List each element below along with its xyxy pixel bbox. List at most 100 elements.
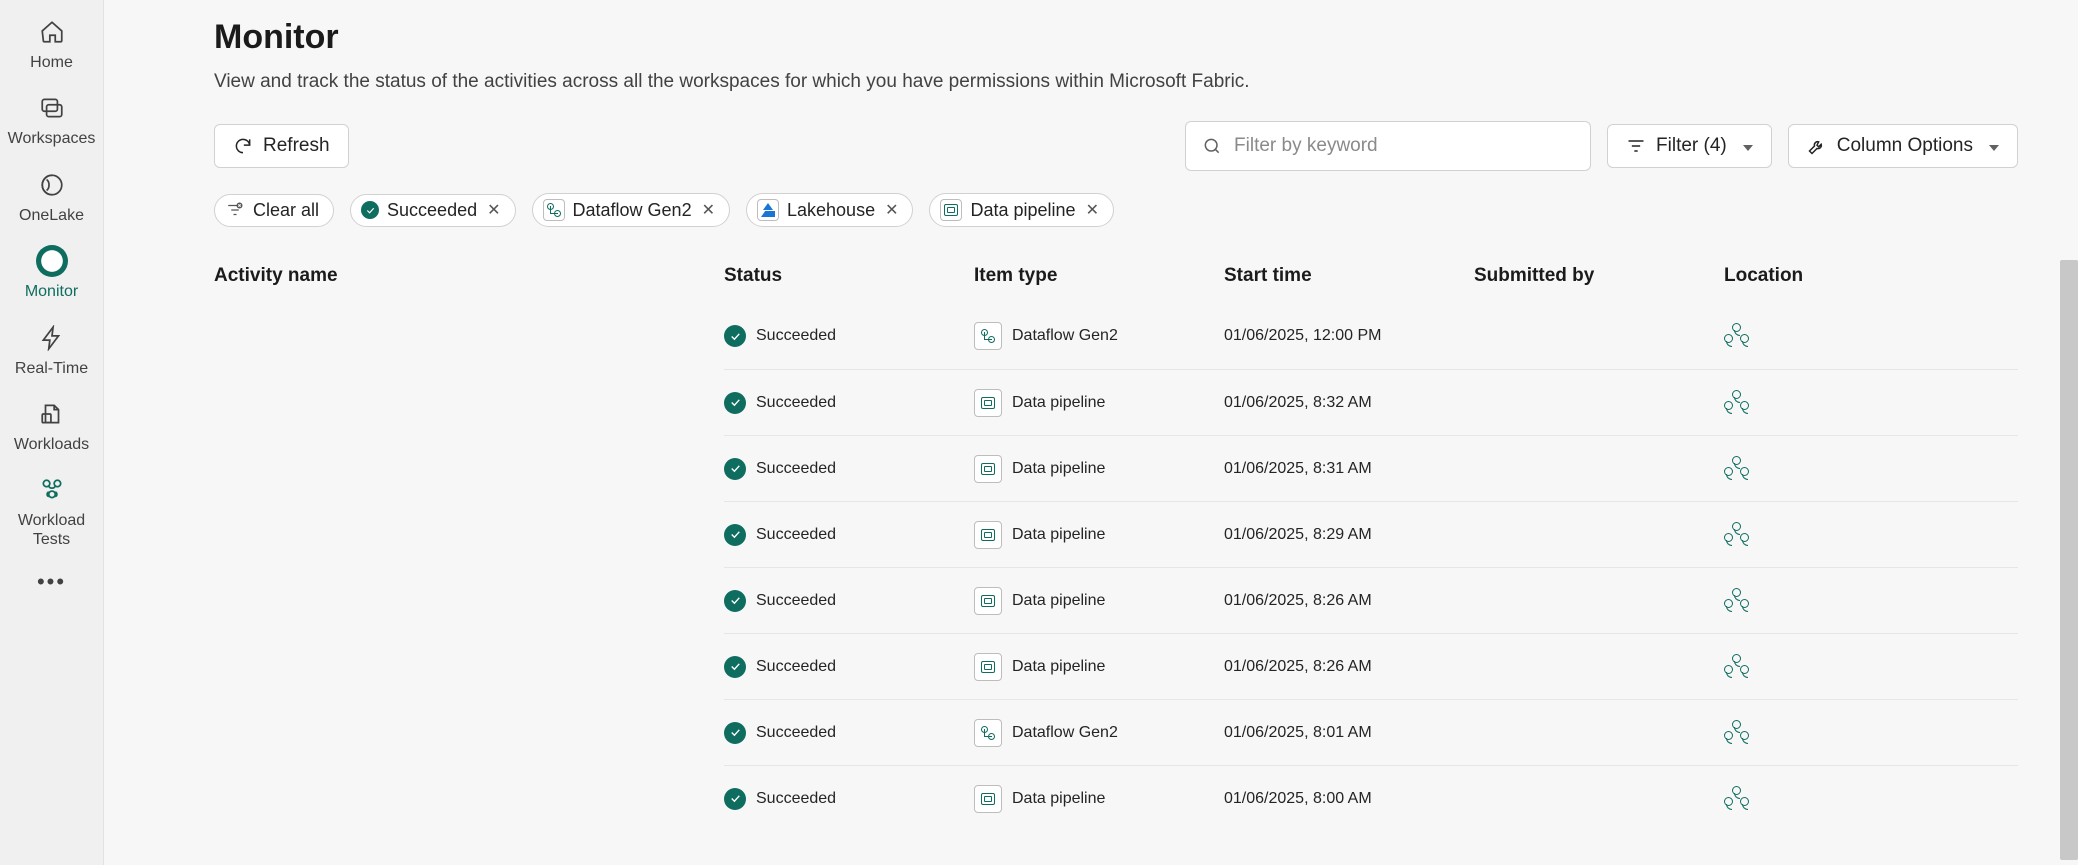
col-itemtype[interactable]: Item type: [974, 265, 1224, 287]
page-subtitle: View and track the status of the activit…: [214, 71, 2018, 93]
chevron-down-icon: [1743, 145, 1753, 151]
remove-chip-icon[interactable]: ✕: [885, 200, 898, 220]
rail-label: Workload Tests: [0, 512, 103, 549]
remove-chip-icon[interactable]: ✕: [487, 200, 500, 220]
table-row[interactable]: SucceededData pipeline01/06/2025, 8:32 A…: [214, 369, 2018, 435]
location-cell: [1724, 524, 2004, 546]
status-badge: Succeeded: [724, 656, 836, 678]
rail-item-home[interactable]: Home: [0, 6, 103, 82]
itemtype-text: Data pipeline: [1012, 460, 1105, 478]
itemtype-text: Data pipeline: [1012, 658, 1105, 676]
table-row[interactable]: Succeeded Data pipeline01/06/2025, 8:29 A…: [214, 501, 2018, 567]
success-icon: [724, 788, 746, 810]
col-status[interactable]: Status: [724, 265, 974, 287]
remove-chip-icon[interactable]: ✕: [702, 200, 715, 220]
status-text: Succeeded: [756, 460, 836, 478]
itemtype-text: Data pipeline: [1012, 790, 1105, 808]
status-badge: Succeeded: [724, 392, 836, 414]
main-content: Monitor View and track the status of the…: [104, 0, 2078, 865]
table-row[interactable]: SucceededData pipeline01/06/2025, 8:31 A…: [214, 435, 2018, 501]
status-badge: Succeeded: [724, 722, 836, 744]
lakehouse-icon: [757, 199, 779, 221]
rail-item-workloads[interactable]: Workloads: [0, 388, 103, 464]
itemtype-cell: Data pipeline: [974, 653, 1224, 681]
pipeline-icon: [974, 521, 1002, 549]
refresh-button[interactable]: Refresh: [214, 124, 349, 168]
status-text: Succeeded: [756, 526, 836, 544]
rail-more-button[interactable]: •••: [37, 569, 66, 595]
start-time: 01/06/2025, 8:29 AM: [1224, 526, 1474, 544]
rail-item-monitor[interactable]: Monitor: [0, 235, 103, 311]
monitor-icon: [36, 245, 68, 277]
page-title: Monitor: [214, 18, 2018, 57]
refresh-icon: [233, 136, 253, 156]
pipeline-icon: [974, 653, 1002, 681]
remove-chip-icon[interactable]: ✕: [1086, 200, 1099, 220]
search-input-wrapper[interactable]: [1185, 121, 1591, 171]
location-cell: [1724, 590, 2004, 612]
table-row[interactable]: Succeeded Dataflow Gen201/06/2025, 12:00 …: [214, 303, 2018, 369]
rail-label: OneLake: [19, 207, 84, 225]
start-time: 01/06/2025, 8:00 AM: [1224, 790, 1474, 808]
location-cell: [1724, 788, 2004, 810]
status-badge: Succeeded: [724, 325, 836, 347]
location-cell: [1724, 722, 2004, 744]
rail-item-onelake[interactable]: OneLake: [0, 159, 103, 235]
workspace-icon: [1724, 590, 1750, 612]
success-icon: [361, 201, 379, 219]
pipeline-icon: [974, 587, 1002, 615]
rail-item-workspaces[interactable]: Workspaces: [0, 82, 103, 158]
rail-label: Workspaces: [8, 130, 96, 148]
itemtype-cell: Dataflow Gen2: [974, 322, 1224, 350]
location-cell: [1724, 325, 2004, 347]
chip-status-succeeded[interactable]: Succeeded ✕: [350, 194, 515, 227]
chip-type-lakehouse[interactable]: Lakehouse ✕: [746, 193, 913, 227]
table-body: SucceededDataflow Gen201/06/2025, 12:00 …: [214, 303, 2018, 831]
col-location[interactable]: Location: [1724, 265, 2004, 287]
workspaces-icon: [36, 92, 68, 124]
realtime-icon: [36, 322, 68, 354]
table-row[interactable]: Succeeded Data pipeline 01/06/2025, 8:26 A…: [214, 633, 2018, 699]
chip-label: Data pipeline: [970, 200, 1075, 221]
search-input[interactable]: [1234, 135, 1574, 157]
table-row[interactable]: SucceededData pipeline01/06/2025, 8:26 A…: [214, 567, 2018, 633]
start-time: 01/06/2025, 8:01 AM: [1224, 724, 1474, 742]
rail-item-realtime[interactable]: Real-Time: [0, 312, 103, 388]
pipeline-icon: [974, 389, 1002, 417]
status-text: Succeeded: [756, 790, 836, 808]
filter-chips: Clear all Succeeded ✕ Dataflow Gen2 ✕ La…: [214, 193, 2018, 227]
chip-label: Lakehouse: [787, 200, 875, 221]
clear-all-chip[interactable]: Clear all: [214, 194, 334, 227]
chevron-down-icon: [1989, 145, 1999, 151]
chip-type-dataflow[interactable]: Dataflow Gen2 ✕: [532, 193, 730, 227]
column-options-button[interactable]: Column Options: [1788, 124, 2018, 168]
start-time: 01/06/2025, 12:00 PM: [1224, 327, 1474, 345]
table-header: Activity name Status Item type Start tim…: [214, 251, 2018, 303]
col-activity[interactable]: Activity name: [214, 265, 724, 287]
start-time: 01/06/2025, 8:26 AM: [1224, 592, 1474, 610]
filter-button[interactable]: Filter (4): [1607, 124, 1772, 168]
status-text: Succeeded: [756, 724, 836, 742]
table-row[interactable]: Succeeded Dataflow Gen2 01/06/2025, 8:01 A…: [214, 699, 2018, 765]
rail-item-workload-tests[interactable]: Workload Tests: [0, 464, 103, 559]
column-options-label: Column Options: [1837, 135, 1973, 157]
filter-icon: [1626, 136, 1646, 156]
scrollbar[interactable]: [2060, 260, 2078, 860]
success-icon: [724, 590, 746, 612]
col-submitter[interactable]: Submitted by: [1474, 265, 1724, 287]
dataflow-icon: [543, 199, 565, 221]
itemtype-cell: Data pipeline: [974, 521, 1224, 549]
success-icon: [724, 392, 746, 414]
workspace-icon: [1724, 458, 1750, 480]
rail-label: Home: [30, 54, 73, 72]
chip-type-pipeline[interactable]: Data pipeline ✕: [929, 193, 1113, 227]
col-start[interactable]: Start time: [1224, 265, 1474, 287]
success-icon: [724, 656, 746, 678]
chip-label: Succeeded: [387, 200, 477, 221]
table-row[interactable]: Succeeded Data pipeline 01/06/2025, 8:00 A…: [214, 765, 2018, 831]
success-icon: [724, 524, 746, 546]
itemtype-text: Dataflow Gen2: [1012, 724, 1118, 742]
rail-label: Workloads: [14, 436, 89, 454]
start-time: 01/06/2025, 8:26 AM: [1224, 658, 1474, 676]
filter-label: Filter (4): [1656, 135, 1727, 157]
